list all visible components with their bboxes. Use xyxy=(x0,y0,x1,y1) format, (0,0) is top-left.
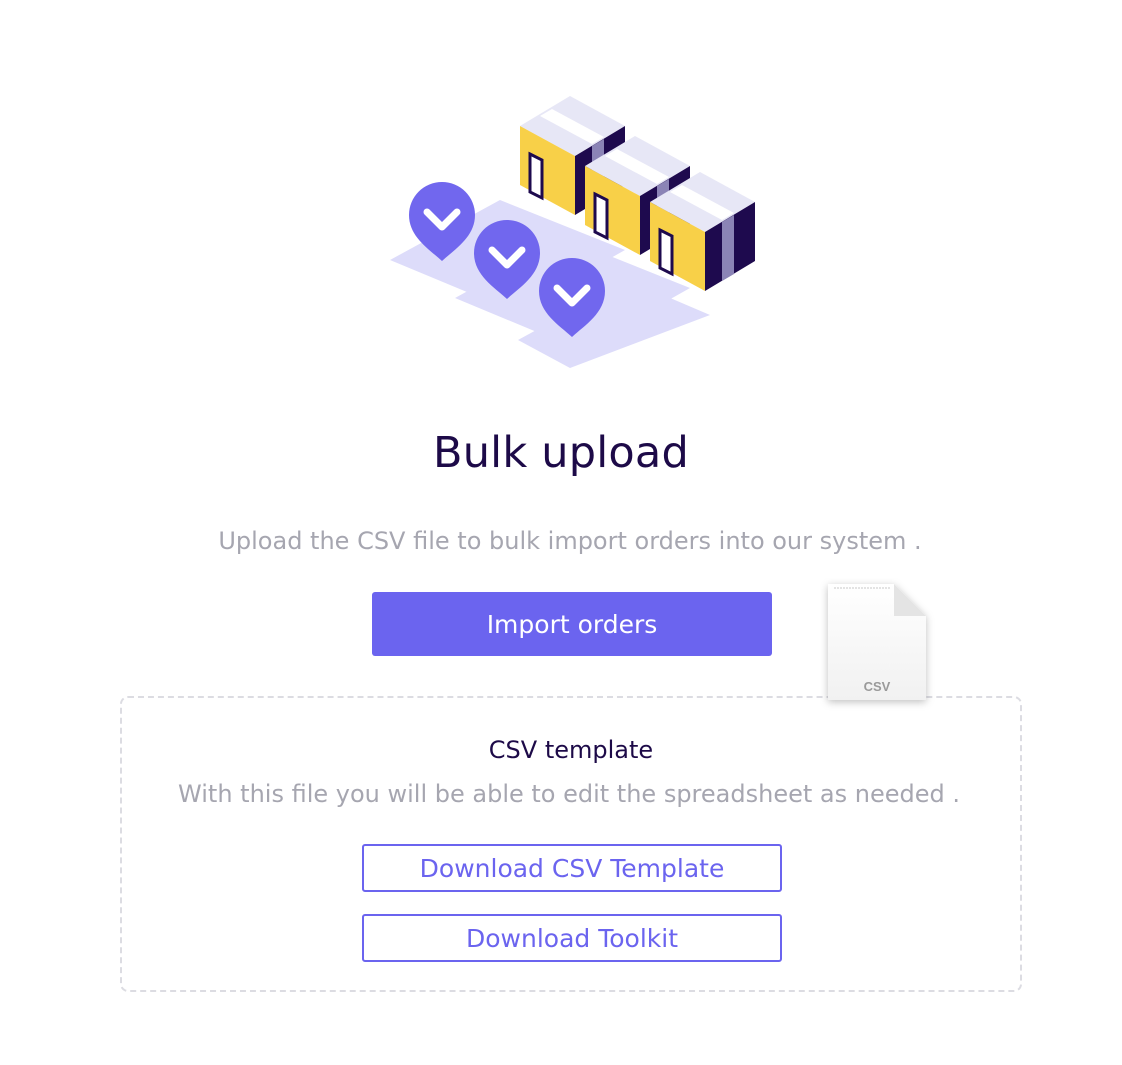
csv-file-label: CSV xyxy=(864,679,891,694)
csv-file-icon: CSV xyxy=(828,584,926,700)
download-csv-template-button[interactable]: Download CSV Template xyxy=(362,844,782,892)
bulk-delivery-illustration xyxy=(390,96,755,368)
page-title: Bulk upload xyxy=(433,428,689,478)
csv-template-title: CSV template xyxy=(488,736,654,764)
csv-template-description: With this file you will be able to edit … xyxy=(178,780,960,808)
page-subtitle: Upload the CSV file to bulk import order… xyxy=(218,527,922,555)
import-orders-button[interactable]: Import orders xyxy=(372,592,772,656)
download-toolkit-button[interactable]: Download Toolkit xyxy=(362,914,782,962)
